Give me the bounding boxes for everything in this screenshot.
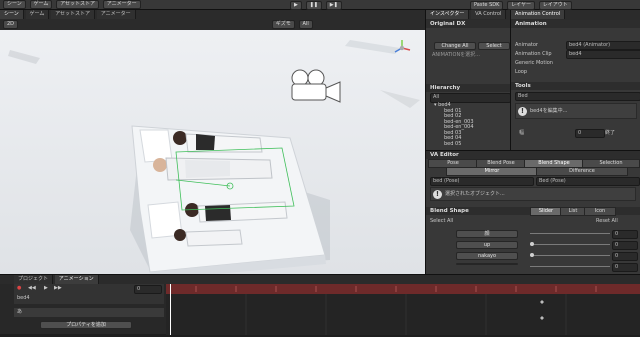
next-key-icon[interactable]: ▶▶ [54, 285, 62, 292]
shading-mode-button[interactable]: 2D [3, 20, 19, 29]
menu-item-animator[interactable]: アニメーター [102, 0, 141, 9]
blendshape-value[interactable]: 0 [612, 263, 638, 272]
middle-column: インスペクター VA Control Original DX Change Al… [425, 10, 511, 150]
tools-number-field[interactable]: 0 [575, 129, 605, 138]
scene-toolbar: シーン ゲーム アセットストア アニメーター 2D ギズモ All [0, 10, 425, 30]
tab-animation[interactable]: アニメーション [54, 275, 99, 284]
scene-viewport[interactable] [0, 30, 425, 274]
hierarchy-item[interactable]: bed 05 [434, 141, 474, 148]
menubar: シーン ゲーム アセットストア アニメーター ▶ ❚❚ ▶❚ Paste SDK… [0, 0, 640, 10]
blendshape-name-button[interactable] [456, 263, 518, 265]
tab-animation-control[interactable]: Animation Control [511, 10, 566, 19]
mode-list-button[interactable]: List [560, 207, 586, 216]
play-button[interactable]: ▶ [290, 1, 302, 10]
layers-dropdown[interactable]: レイヤー [507, 1, 535, 10]
blendshape-value[interactable]: 0 [612, 252, 638, 261]
mirror-toggle[interactable]: Mirror [446, 167, 538, 176]
play-controls: ▶ ❚❚ ▶❚ [290, 1, 344, 10]
animation-controls: ● ◀◀ ▶ ▶▶ 0 [14, 284, 164, 294]
select-button[interactable]: Select [478, 42, 510, 50]
playhead[interactable] [170, 284, 171, 335]
keyframe-ticks [195, 286, 597, 292]
keyframe-bar[interactable] [166, 284, 640, 294]
blendshape-slider[interactable] [530, 255, 610, 256]
tab-scene[interactable]: シーン [0, 10, 24, 19]
original-dx-note: ANIMATIONを選択... [432, 52, 480, 58]
mode-icon-button[interactable]: Icon [584, 207, 616, 216]
play-icon[interactable]: ▶ [44, 285, 48, 292]
blendshape-value[interactable]: 0 [612, 241, 638, 250]
prev-key-icon[interactable]: ◀◀ [28, 285, 36, 292]
tab-animator[interactable]: アニメーター [96, 10, 136, 19]
tools-dropdown[interactable]: Bed [515, 92, 640, 101]
va-info-box: ! 選択されたオブジェクト... [430, 187, 636, 201]
reset-all-button[interactable]: Reset All [596, 218, 618, 225]
tab-project[interactable]: プロジェクト [14, 275, 54, 284]
animation-header: Animation [511, 20, 640, 28]
dopesheet-area[interactable] [166, 294, 640, 335]
difference-toggle[interactable]: Difference [536, 167, 628, 176]
info-icon: ! [518, 107, 527, 116]
left-pose-field[interactable]: bed (Pose) [430, 177, 534, 186]
loop-label: Loop [515, 69, 527, 75]
blendshape-name-button[interactable]: nakayo [456, 252, 518, 260]
hierarchy-tree: ▾ bed4 bed 01 bed 02 bed-en_003 bed-en_0… [434, 102, 474, 148]
tab-inspector[interactable]: インスペクター [426, 10, 470, 19]
tools-number-unit: 終了 [605, 130, 616, 136]
menu-item-asset-store[interactable]: アセットストア [56, 0, 100, 9]
blendshape-name-button[interactable]: 顔 [456, 230, 518, 238]
tab-va-control[interactable]: VA Control [471, 10, 507, 19]
generic-motion-label: Generic Motion [515, 60, 553, 66]
select-all-label[interactable]: Select All [430, 218, 453, 225]
change-all-button[interactable]: Change All [434, 42, 476, 50]
tools-info-text: bed4を編集中... [530, 108, 568, 114]
step-button[interactable]: ▶❚ [325, 1, 342, 10]
scene-3d-render [0, 30, 425, 274]
animation-clip-field[interactable]: bed4 [566, 50, 640, 59]
mode-slider-button[interactable]: Slider [530, 207, 562, 216]
right-column: Animation Control Animation Animator bed… [510, 10, 640, 150]
hierarchy-header: Hierarchy [426, 84, 511, 92]
track-row: あ [14, 308, 164, 317]
va-editor-panel: VA Editor Pose Blend Pose Blend Shape Se… [425, 150, 640, 274]
tools-info-box: ! bed4を編集中... [515, 103, 637, 119]
original-dx-header: Original DX [426, 20, 510, 28]
blendshape-value[interactable]: 0 [612, 230, 638, 239]
tools-number-label: 幅 [519, 130, 525, 136]
gizmos-dropdown[interactable]: ギズモ [271, 20, 295, 29]
blendshape-slider-knob[interactable] [530, 253, 534, 257]
clip-row: bed4 [14, 294, 164, 304]
layout-dropdown[interactable]: レイアウト [538, 1, 572, 10]
animator-field[interactable]: bed4 (Animator) [566, 41, 640, 50]
blendshape-slider[interactable] [530, 266, 610, 267]
va-info-text: 選択されたオブジェクト... [445, 191, 505, 197]
blendshape-slider[interactable] [530, 233, 610, 234]
animation-window: プロジェクト アニメーション ● ◀◀ ▶ ▶▶ 0 bed4 あ プロパティを… [0, 274, 640, 335]
blendshape-slider-knob[interactable] [530, 242, 534, 246]
blendshape-name-button[interactable]: up [456, 241, 518, 249]
record-icon[interactable]: ● [17, 285, 21, 292]
pause-button[interactable]: ❚❚ [305, 1, 322, 10]
menu-item-game[interactable]: ゲーム [29, 0, 53, 9]
animator-label: Animator [515, 42, 538, 48]
track-label[interactable]: あ [17, 309, 22, 316]
animation-clip-label: Animation Clip [515, 51, 552, 57]
tab-asset-store[interactable]: アセットストア [51, 10, 96, 19]
dopesheet-grid [245, 294, 567, 335]
tools-header: Tools [511, 82, 640, 90]
scene-search-field[interactable]: All [298, 20, 313, 29]
right-pose-field[interactable]: Bed (Pose) [536, 177, 640, 186]
tab-game[interactable]: ゲーム [25, 10, 50, 19]
menubar-right: Paste SDK レイヤー レイアウト [470, 1, 574, 10]
va-editor-header: VA Editor [426, 151, 640, 159]
add-property-button[interactable]: プロパティを追加 [40, 321, 132, 329]
clip-dropdown[interactable]: bed4 [17, 295, 30, 302]
blendshape-slider[interactable] [530, 244, 610, 245]
info-icon: ! [433, 190, 442, 199]
frame-field[interactable]: 0 [134, 285, 162, 294]
paste-sdk-button[interactable]: Paste SDK [470, 1, 504, 10]
menu-item-scene[interactable]: シーン [3, 0, 26, 9]
